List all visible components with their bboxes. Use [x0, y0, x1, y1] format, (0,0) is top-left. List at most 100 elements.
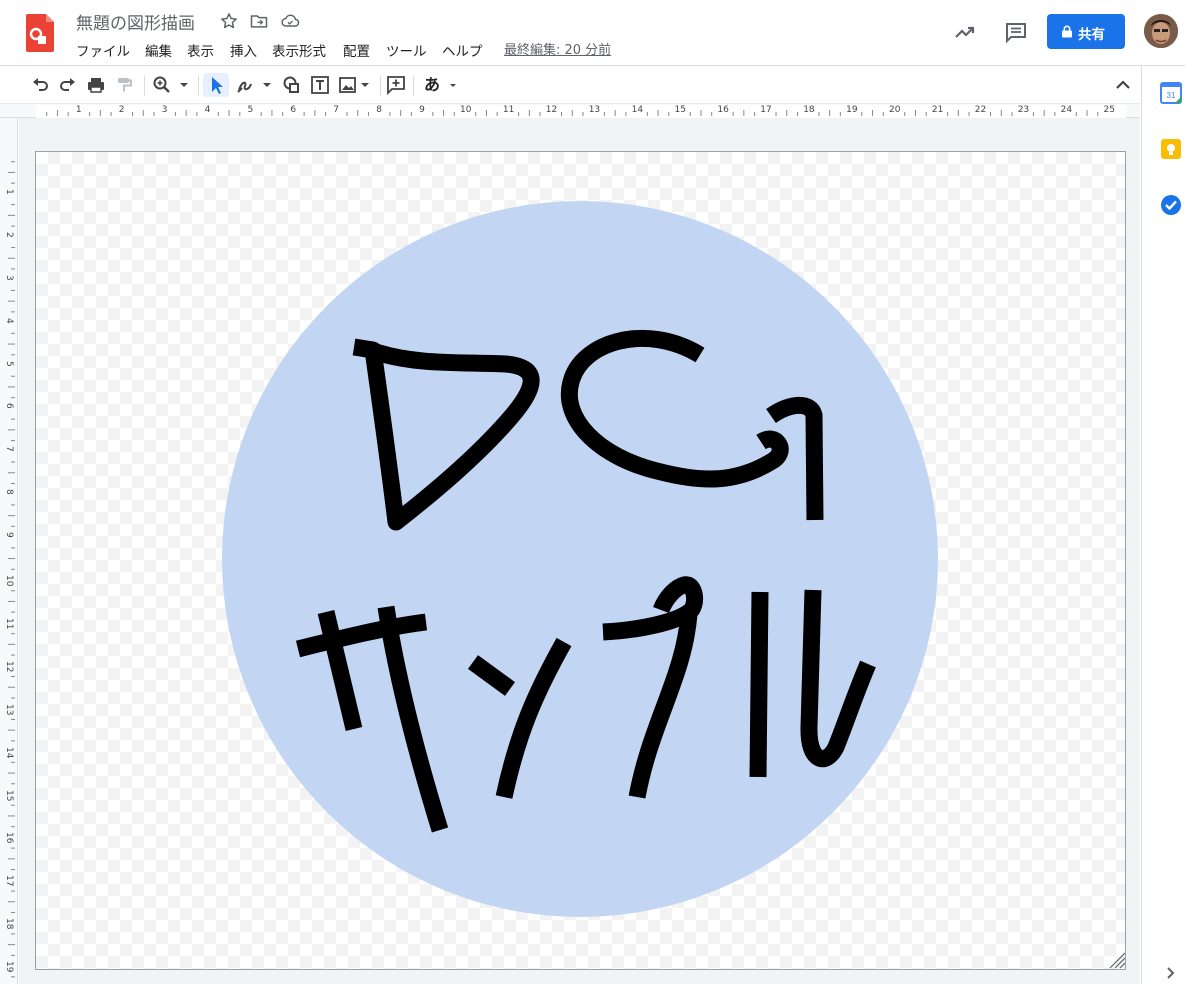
share-button[interactable]: 共有: [1047, 14, 1125, 49]
toolbar-divider: [144, 76, 145, 96]
toolbar-divider: [380, 76, 381, 96]
ruler-number: 17: [760, 105, 772, 115]
ruler-number: 15: [4, 789, 14, 801]
ruler-number: 10: [4, 575, 14, 587]
side-panel: 31: [1141, 66, 1185, 984]
blue-circle-shape[interactable]: [222, 201, 938, 917]
ruler-number: 19: [4, 961, 14, 973]
text-box-icon[interactable]: [310, 73, 330, 97]
top-header: 無題の図形描画 ファイル 編集 表示 挿入 表示形式 配置 ツール ヘルプ 最終…: [0, 0, 1185, 66]
paint-format-icon[interactable]: [114, 73, 134, 97]
shape-icon[interactable]: [282, 73, 302, 97]
ruler-number: 15: [674, 105, 686, 115]
ruler-number: 10: [460, 105, 472, 115]
scribble-kana-ru-left[interactable]: [749, 591, 769, 778]
ruler-number: 21: [931, 105, 944, 115]
drawing-canvas[interactable]: [35, 151, 1126, 970]
lock-icon: [1062, 25, 1072, 38]
add-comment-icon[interactable]: [386, 73, 406, 97]
ruler-number: 4: [4, 317, 14, 324]
ruler-ticks: [46, 110, 1099, 116]
line-scribble-icon[interactable]: [235, 73, 275, 97]
keep-icon[interactable]: [1160, 138, 1182, 160]
menu-arrange[interactable]: 配置: [343, 40, 370, 60]
ruler-number: 25: [1103, 105, 1115, 115]
ruler-number: 7: [333, 105, 340, 115]
user-avatar[interactable]: [1144, 14, 1178, 48]
menu-edit[interactable]: 編集: [145, 40, 172, 60]
ruler-number: 9: [419, 105, 425, 115]
text-input-icon[interactable]: あ: [424, 73, 458, 97]
ruler-number: 23: [1017, 105, 1030, 115]
tasks-icon[interactable]: [1160, 194, 1182, 216]
ruler-number: 3: [4, 274, 14, 281]
drawings-app: 無題の図形描画 ファイル 編集 表示 挿入 表示形式 配置 ツール ヘルプ 最終…: [0, 0, 1185, 984]
star-icon[interactable]: [219, 11, 239, 31]
ruler-number: 6: [4, 403, 14, 410]
ruler-number: 9: [4, 532, 14, 538]
ruler-number: 14: [631, 105, 644, 115]
ruler-number: 14: [4, 746, 14, 759]
undo-icon[interactable]: [30, 73, 50, 97]
ruler-number: 2: [118, 105, 125, 115]
ruler-number: 3: [161, 105, 168, 115]
ruler-number: 6: [290, 105, 297, 115]
expand-side-panel-icon[interactable]: [1160, 962, 1182, 984]
vertical-ruler: 1 2 3 4 5 6 7 8 9 10 11 12 13 14 15 16 17 18 19: [0, 118, 18, 984]
ruler-number: 18: [4, 918, 14, 930]
ruler-number: 8: [376, 105, 382, 115]
menu-format[interactable]: 表示形式: [272, 40, 326, 60]
zoom-icon[interactable]: [152, 73, 192, 97]
ruler-number: 16: [717, 105, 729, 115]
move-to-folder-icon[interactable]: [249, 11, 269, 31]
drawing-content: [222, 201, 1125, 969]
ruler-number: 17: [4, 875, 14, 887]
ruler-number: 12: [4, 660, 14, 673]
ruler-number: 19: [846, 105, 858, 115]
horizontal-ruler: 1 2 3 4 5 6 7 8 9 10 11 12 13 14 15 16 17 18 19 20 21 22 23 24 2…: [0, 103, 1140, 118]
cloud-saved-icon[interactable]: [280, 11, 300, 31]
ruler-number: 13: [588, 105, 601, 115]
ruler-number: 11: [4, 617, 14, 630]
redo-icon[interactable]: [58, 73, 78, 97]
share-label: 共有: [1078, 27, 1105, 43]
drawings-logo-icon[interactable]: [26, 14, 54, 52]
ruler-number: 8: [4, 489, 14, 495]
ruler-number: 13: [4, 703, 14, 716]
ruler-number: 4: [204, 105, 211, 115]
toolbar-divider: [198, 76, 199, 96]
ruler-ticks: [8, 161, 15, 978]
svg-text:31: 31: [1167, 91, 1176, 100]
ruler-number: 12: [545, 105, 558, 115]
resize-handle-icon[interactable]: [1109, 952, 1125, 969]
ruler-number: 16: [4, 832, 14, 844]
print-icon[interactable]: [86, 73, 106, 97]
comment-icon[interactable]: [1004, 20, 1028, 44]
document-title[interactable]: 無題の図形描画: [76, 9, 195, 34]
menu-view[interactable]: 表示: [187, 40, 214, 60]
ruler-number: 1: [75, 105, 82, 115]
ruler-number: 7: [4, 446, 14, 453]
ruler-number: 22: [974, 105, 987, 115]
ruler-number: 11: [502, 105, 515, 115]
last-edit-link[interactable]: 最終編集: 20 分前: [504, 39, 611, 58]
image-icon[interactable]: [338, 73, 378, 97]
ruler-number: 1: [4, 188, 14, 195]
ruler-number: 5: [4, 360, 14, 367]
ruler-number: 24: [1060, 105, 1073, 115]
ruler-number: 2: [4, 231, 14, 238]
menu-insert[interactable]: 挿入: [230, 40, 257, 60]
input-mode-label: あ: [424, 75, 441, 94]
collapse-toolbar-icon[interactable]: [1114, 73, 1132, 97]
calendar-icon[interactable]: 31: [1160, 82, 1182, 104]
ruler-number: 5: [247, 105, 254, 115]
avatar-photo: [1144, 14, 1178, 48]
activity-trend-icon[interactable]: [953, 20, 977, 44]
menu-file[interactable]: ファイル: [76, 40, 130, 60]
menu-tools[interactable]: ツール: [386, 40, 427, 60]
select-icon[interactable]: [203, 73, 229, 97]
ruler-number: 20: [889, 105, 901, 115]
menu-help[interactable]: ヘルプ: [442, 40, 483, 60]
toolbar: あ: [4, 67, 1142, 103]
ruler-number: 18: [803, 105, 815, 115]
